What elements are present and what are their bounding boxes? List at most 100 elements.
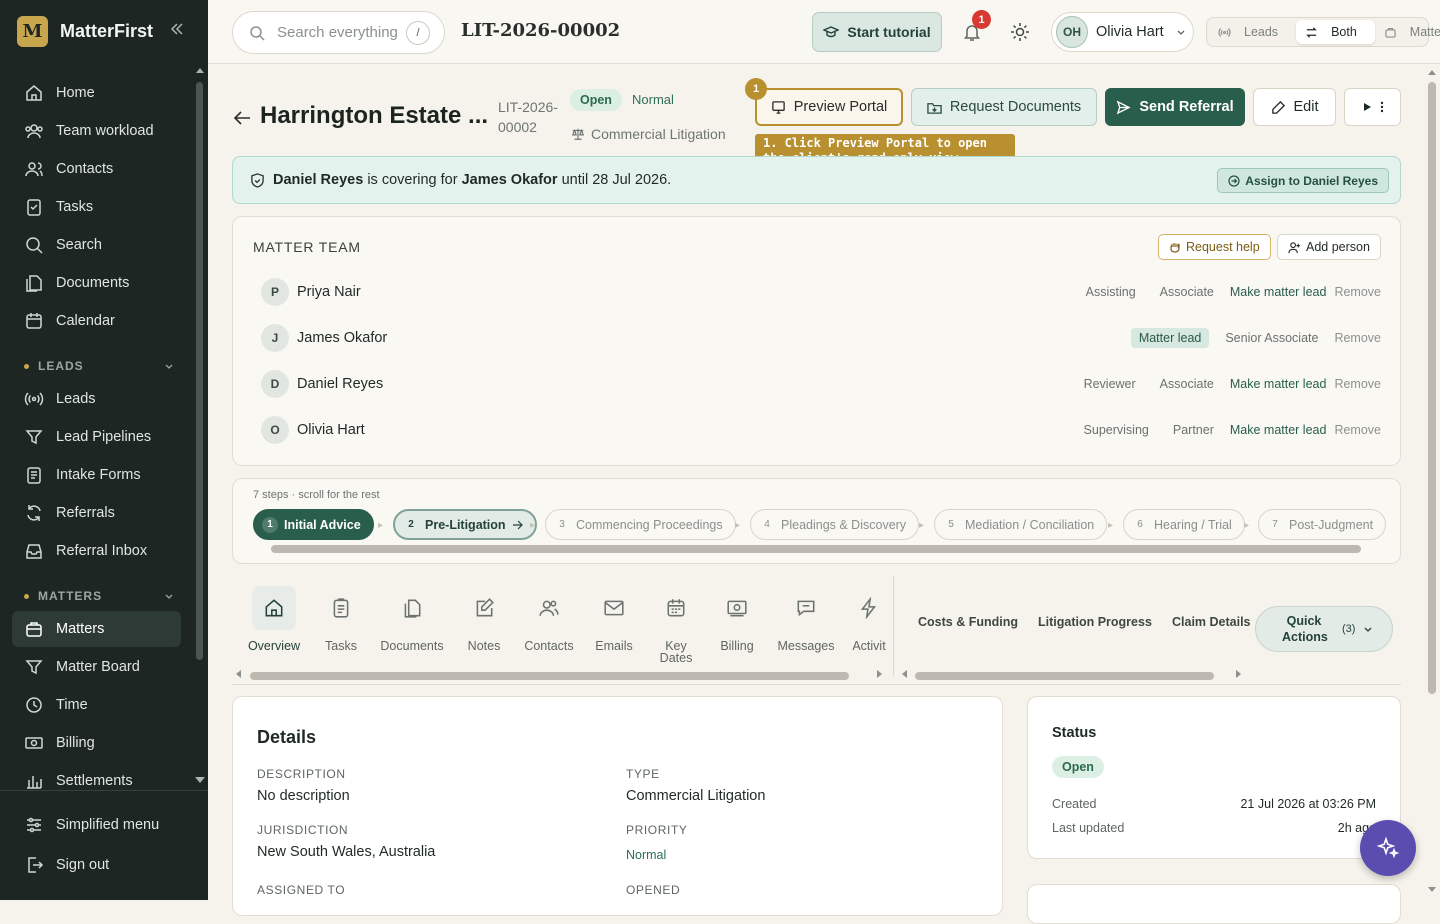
priority-value[interactable]: Normal — [626, 848, 666, 862]
section-tab-costs[interactable]: Costs & Funding — [918, 615, 1018, 629]
avatar: OH — [1056, 16, 1088, 48]
make-matter-lead-link[interactable]: Make matter lead — [1230, 423, 1327, 437]
more-actions-button[interactable] — [1344, 88, 1401, 126]
nav-lead-pipelines[interactable]: Lead Pipelines — [12, 419, 181, 455]
scroll-up-arrow-icon[interactable] — [196, 68, 204, 73]
tab-label: Key Dates — [659, 639, 693, 665]
nav-tasks[interactable]: Tasks — [12, 189, 181, 225]
stage-step[interactable]: 3 Commencing Proceedings — [545, 509, 736, 540]
user-menu[interactable]: OH Olivia Hart — [1051, 12, 1194, 52]
nav-time[interactable]: Time — [12, 687, 181, 723]
mode-both[interactable]: Both — [1296, 20, 1375, 44]
tabs-scrollbar[interactable] — [250, 672, 849, 680]
covering-person: Daniel Reyes — [273, 172, 364, 188]
nav-team-workload[interactable]: Team workload — [12, 113, 181, 149]
stage-step[interactable]: 7 Post-Judgment — [1258, 509, 1387, 540]
sidebar-scrollbar[interactable] — [196, 82, 203, 660]
status-badge: Open — [570, 89, 622, 111]
collapse-sidebar-icon[interactable] — [170, 22, 184, 36]
nav-referrals[interactable]: Referrals — [12, 495, 181, 531]
global-search[interactable]: Search everything / — [232, 11, 445, 54]
ai-assistant-button[interactable] — [1360, 820, 1416, 876]
scroll-up-arrow-icon[interactable] — [1428, 70, 1436, 75]
stage-step[interactable]: 4 Pleadings & Discovery — [750, 509, 920, 540]
nav-settlements[interactable]: Settlements — [12, 763, 181, 799]
tab-emails[interactable]: Emails — [587, 586, 641, 652]
tab-contacts[interactable]: Contacts — [522, 586, 576, 652]
nav-search[interactable]: Search — [12, 227, 181, 263]
remove-member-link[interactable]: Remove — [1334, 331, 1381, 345]
nav-calendar[interactable]: Calendar — [12, 303, 181, 339]
assign-button[interactable]: Assign to Daniel Reyes — [1217, 168, 1389, 193]
send-referral-button[interactable]: Send Referral — [1105, 88, 1245, 126]
scroll-right-arrow-icon[interactable] — [1236, 670, 1241, 678]
nav-contacts[interactable]: Contacts — [12, 151, 181, 187]
scroll-right-arrow-icon[interactable] — [877, 670, 882, 678]
nav-label: Home — [56, 85, 95, 101]
coverage-text-2: until 28 Jul 2026. — [561, 172, 672, 188]
mail-icon — [592, 586, 636, 630]
start-tutorial-button[interactable]: Start tutorial — [812, 12, 942, 52]
tab-key-dates[interactable]: Key Dates — [649, 586, 703, 664]
preview-portal-button[interactable]: Preview Portal — [755, 88, 903, 126]
coverage-text-1: is covering for — [367, 172, 458, 188]
tab-tasks[interactable]: Tasks — [314, 586, 368, 652]
leads-section-header[interactable]: LEADS — [24, 359, 174, 373]
remove-member-link[interactable]: Remove — [1334, 377, 1381, 391]
search-icon — [24, 235, 44, 255]
request-help-button[interactable]: Request help — [1158, 234, 1271, 260]
stage-step[interactable]: 5 Mediation / Conciliation — [934, 509, 1108, 540]
matters-section-header[interactable]: MATTERS — [24, 589, 174, 603]
matter-title: Harrington Estate ... — [260, 102, 489, 129]
stages-scrollbar[interactable] — [271, 545, 1361, 553]
mode-matters[interactable]: Matters — [1375, 20, 1440, 44]
sections-scrollbar[interactable] — [915, 672, 1214, 680]
stage-step[interactable]: 2 Pre-Litigation — [393, 509, 537, 540]
documents-icon — [24, 273, 44, 293]
edit-button[interactable]: Edit — [1253, 88, 1336, 126]
back-arrow-icon[interactable] — [233, 110, 251, 126]
brand[interactable]: M MatterFirst — [17, 16, 153, 47]
assign-label: Assign to Daniel Reyes — [1245, 173, 1378, 188]
opened-label: OPENED — [626, 883, 681, 897]
nav-leads[interactable]: Leads — [12, 381, 181, 417]
nav-matter-board[interactable]: Matter Board — [12, 649, 181, 685]
nav-referral-inbox[interactable]: Referral Inbox — [12, 533, 181, 569]
stage-label: Hearing / Trial — [1154, 517, 1232, 532]
nav-home[interactable]: Home — [12, 75, 181, 111]
request-documents-button[interactable]: Request Documents — [911, 88, 1097, 126]
scroll-down-arrow-icon[interactable] — [1428, 887, 1436, 892]
priority-link[interactable]: Normal — [632, 92, 674, 107]
stage-step[interactable]: 6 Hearing / Trial — [1123, 509, 1245, 540]
remove-member-link[interactable]: Remove — [1334, 285, 1381, 299]
nav-label: Referral Inbox — [56, 543, 148, 559]
mode-leads[interactable]: Leads — [1209, 20, 1296, 44]
tab-billing[interactable]: Billing — [710, 586, 764, 652]
remove-member-link[interactable]: Remove — [1334, 423, 1381, 437]
stage-number: 7 — [1272, 519, 1278, 530]
nav-matters[interactable]: Matters — [12, 611, 181, 647]
scroll-left-arrow-icon[interactable] — [902, 670, 907, 678]
theme-toggle-sun-icon[interactable] — [1010, 22, 1030, 42]
nav-billing[interactable]: Billing — [12, 725, 181, 761]
make-matter-lead-link[interactable]: Make matter lead — [1230, 285, 1327, 299]
make-matter-lead-link[interactable]: Make matter lead — [1230, 377, 1327, 391]
nav-documents[interactable]: Documents — [12, 265, 181, 301]
tab-notes[interactable]: Notes — [457, 586, 511, 652]
section-tab-claim-details[interactable]: Claim Details — [1172, 615, 1251, 629]
page-scrollbar[interactable] — [1428, 82, 1436, 694]
scroll-down-arrow-icon[interactable] — [195, 777, 205, 783]
tab-messages[interactable]: Messages — [778, 586, 835, 652]
nav-intake-forms[interactable]: Intake Forms — [12, 457, 181, 493]
user-name: Olivia Hart — [1096, 24, 1164, 40]
nav-simplified-menu[interactable]: Simplified menu — [12, 807, 181, 843]
section-tab-litigation-progress[interactable]: Litigation Progress — [1038, 615, 1152, 629]
quick-actions-button[interactable]: Quick Actions (3) — [1255, 606, 1393, 652]
tab-documents[interactable]: Documents — [380, 586, 444, 652]
scroll-left-arrow-icon[interactable] — [236, 670, 241, 678]
tab-activity[interactable]: Activit — [844, 586, 894, 652]
tab-overview[interactable]: Overview — [247, 586, 301, 652]
add-person-button[interactable]: Add person — [1277, 234, 1381, 260]
stage-step[interactable]: 1 Initial Advice — [253, 509, 374, 540]
nav-sign-out[interactable]: Sign out — [12, 847, 181, 883]
